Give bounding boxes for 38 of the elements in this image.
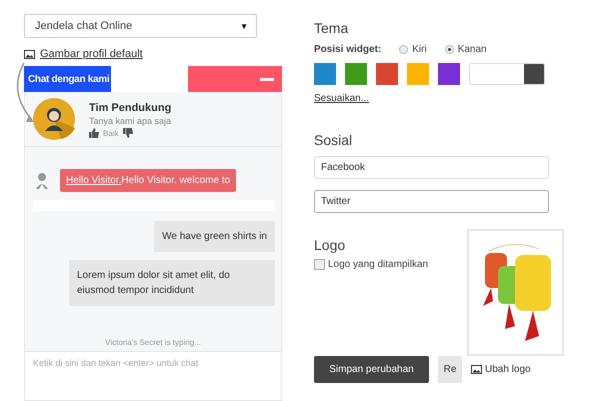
change-logo-link[interactable]: Ubah logo	[471, 364, 531, 375]
agent-message: Lorem ipsum dolor sit amet elit, do eiusmod tempor incididunt	[69, 260, 275, 306]
logo-checkbox[interactable]: Logo yang ditampilkan	[314, 259, 428, 270]
position-radio[interactable]: Kiri	[399, 44, 427, 55]
save-button[interactable]: Simpan perubahan	[314, 356, 429, 383]
color-swatch[interactable]	[407, 63, 429, 85]
typing-indicator: Victoria's Secret is typing...	[104, 338, 202, 349]
customize-link[interactable]: Sesuaikan...	[314, 93, 564, 104]
dropdown-caret-icon: ▼	[240, 22, 248, 30]
social-heading: Sosial	[314, 132, 354, 148]
thumbs-up-icon[interactable]	[89, 128, 99, 138]
reset-button[interactable]: Re	[438, 356, 462, 383]
image-icon	[471, 365, 482, 374]
widget-dropdown[interactable]: Jendela chat Online ▼	[24, 14, 257, 38]
image-icon	[24, 50, 35, 58]
thumbs-down-icon[interactable]	[122, 128, 133, 138]
position-label: Posisi widget:	[314, 44, 382, 55]
rating-label: Baik	[103, 128, 119, 138]
color-swatch[interactable]	[438, 63, 460, 85]
theme-heading: Tema	[314, 20, 350, 36]
agent-name: Tim Pendukung	[89, 102, 172, 114]
color-swatch[interactable]	[376, 63, 398, 85]
chat-header-title: Chat dengan kami	[24, 66, 112, 92]
color-swatch[interactable]	[469, 63, 545, 85]
color-swatch[interactable]	[345, 63, 367, 85]
agent-avatar	[33, 98, 75, 140]
visitor-icon	[35, 172, 49, 188]
visitor-message: Hello Visitor.Hello Visitor. welcome to	[60, 169, 236, 192]
agent-subtitle: Tanya kami apa saja	[89, 116, 172, 126]
profile-image-link[interactable]: Gambar profil default	[40, 48, 143, 60]
agent-message: We have green shirts in	[154, 221, 275, 252]
social-field[interactable]: Facebook	[314, 156, 549, 179]
minimize-button[interactable]	[260, 78, 274, 80]
chat-input-field[interactable]: Ketik di sini dan tekan <enter> untuk chat	[25, 351, 281, 400]
position-radio[interactable]: Kanan	[444, 44, 487, 55]
logo-heading: Logo	[314, 237, 346, 253]
color-swatch[interactable]	[314, 63, 336, 85]
social-field[interactable]: Twitter	[314, 190, 549, 213]
